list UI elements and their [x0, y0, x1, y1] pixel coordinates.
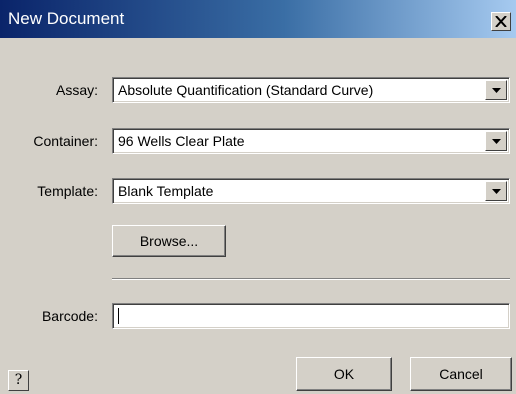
browse-button[interactable]: Browse...	[112, 225, 226, 257]
template-label: Template:	[37, 183, 98, 199]
assay-dropdown-button[interactable]	[485, 80, 507, 100]
assay-value: Absolute Quantification (Standard Curve)	[118, 82, 374, 98]
chevron-down-icon	[492, 139, 501, 144]
assay-select[interactable]: Absolute Quantification (Standard Curve)	[112, 77, 510, 103]
assay-label: Assay:	[55, 82, 98, 98]
template-value: Blank Template	[118, 183, 214, 199]
window-title: New Document	[8, 9, 125, 28]
separator	[112, 278, 510, 280]
container-label: Container:	[33, 133, 98, 149]
chevron-down-icon	[492, 88, 501, 93]
close-x-icon	[495, 16, 507, 27]
template-dropdown-button[interactable]	[485, 181, 507, 201]
title-bar[interactable]: New Document	[0, 0, 516, 38]
barcode-field[interactable]	[112, 303, 510, 329]
cancel-button[interactable]: Cancel	[410, 357, 512, 391]
ok-button[interactable]: OK	[296, 357, 392, 391]
chevron-down-icon	[492, 189, 501, 194]
help-button[interactable]: ?	[8, 370, 29, 391]
template-select[interactable]: Blank Template	[112, 178, 510, 204]
close-button[interactable]	[491, 12, 511, 31]
barcode-label: Barcode:	[41, 308, 98, 324]
container-value: 96 Wells Clear Plate	[118, 133, 245, 149]
text-caret	[118, 308, 119, 324]
container-dropdown-button[interactable]	[485, 131, 507, 151]
container-select[interactable]: 96 Wells Clear Plate	[112, 128, 510, 154]
